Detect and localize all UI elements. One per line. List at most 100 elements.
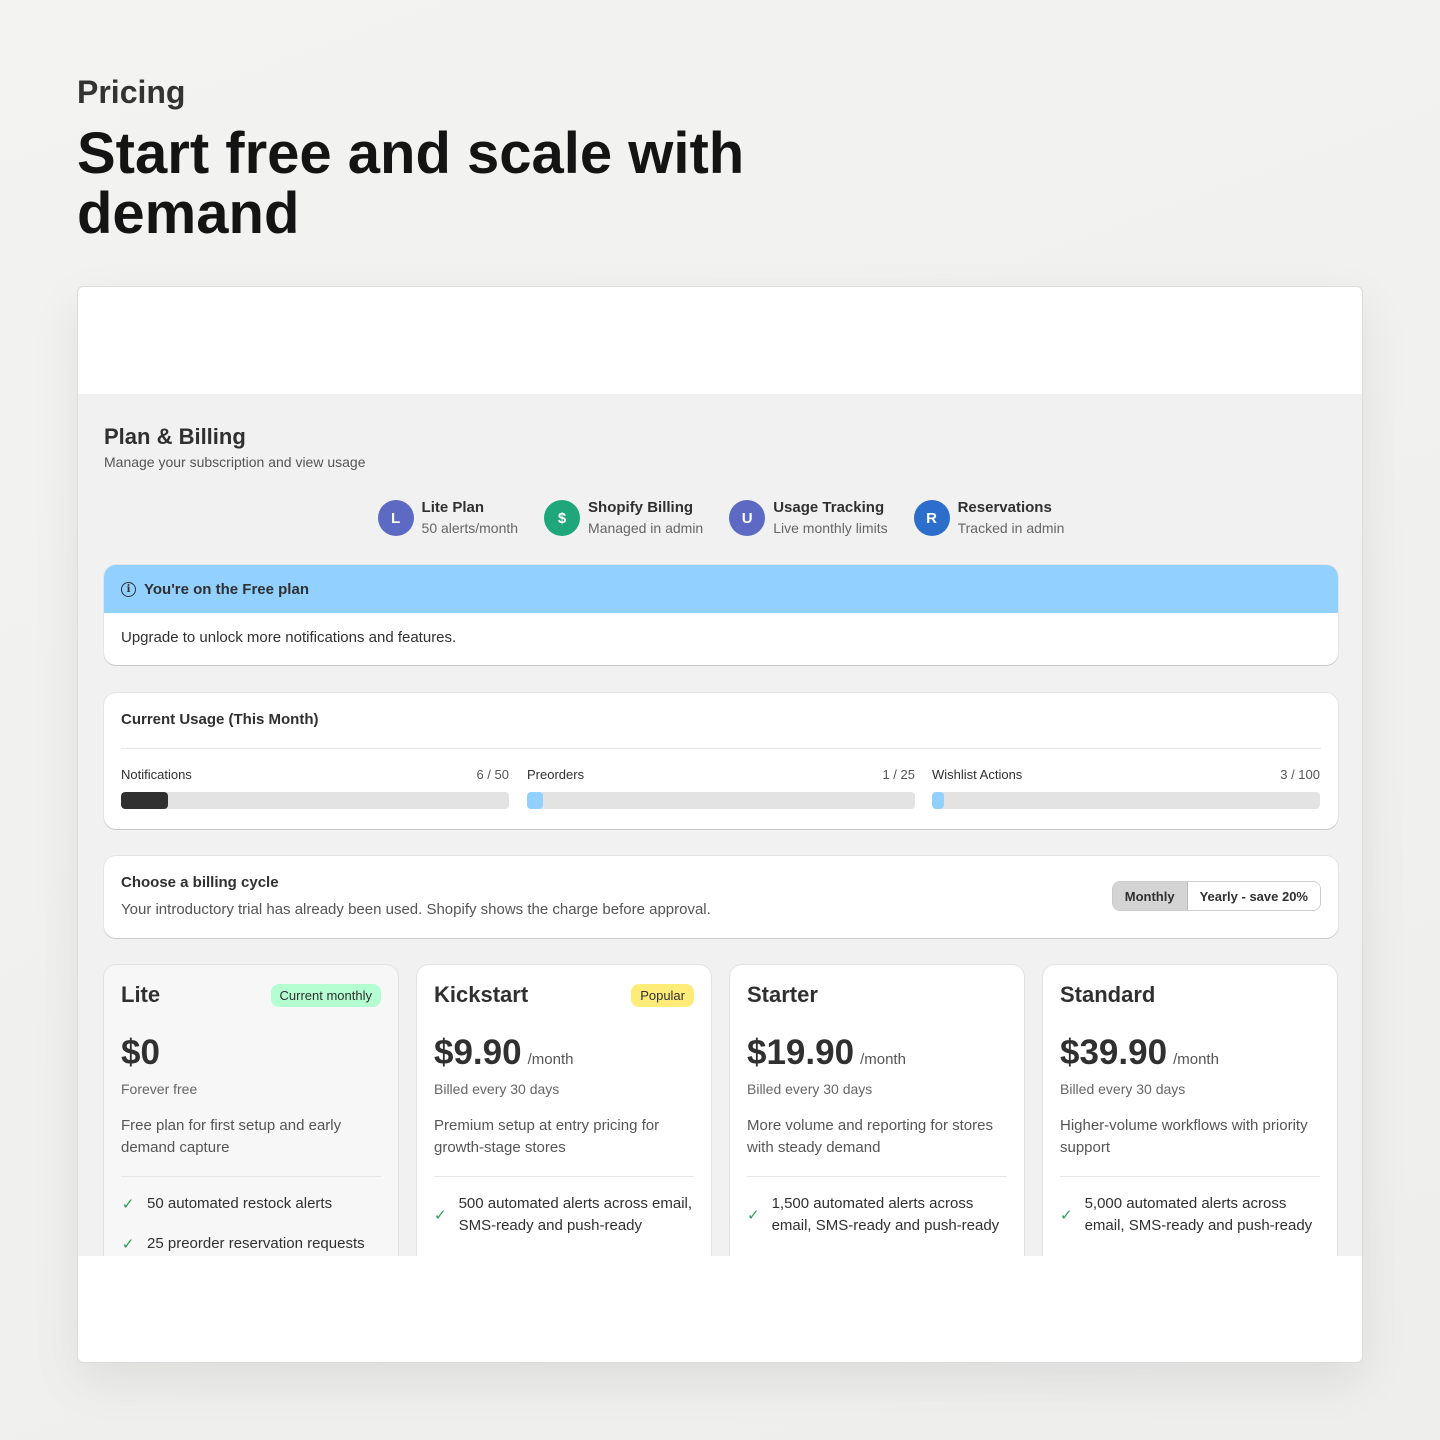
usage-avatar-icon: U: [729, 500, 766, 536]
plan-feature-list: ✓ 1,500 automated alerts across email, S…: [747, 1193, 1007, 1237]
plan-description: Free plan for first setup and early dema…: [121, 1117, 342, 1156]
checkmark-icon: ✓: [747, 1206, 760, 1224]
plan-feature: ✓ 50 automated restock alerts: [121, 1193, 381, 1215]
feature-title: Reservations: [957, 499, 1052, 516]
admin-page: Plan & Billing Manage your subscription …: [78, 394, 1362, 1256]
plan-period: /month: [1173, 1051, 1219, 1068]
feature-usage-tracking: U Usage Tracking Live monthly limits: [729, 498, 888, 538]
usage-title: Current Usage (This Month): [121, 711, 319, 728]
plan-name: Starter: [747, 982, 818, 1007]
page-subtitle: Manage your subscription and view usage: [104, 454, 366, 470]
plan-period: /month: [860, 1051, 906, 1068]
billing-cycle-toggle: Monthly Yearly - save 20%: [1111, 881, 1321, 911]
divider: [1060, 1176, 1320, 1177]
plan-feature-text: 5,000 automated alerts across email, SMS…: [1084, 1195, 1313, 1234]
plan-billing-note: Billed every 30 days: [747, 1081, 873, 1097]
plan-name: Kickstart: [434, 982, 529, 1007]
hero-title: Start free and scale with demand: [77, 121, 745, 246]
feature-title: Shopify Billing: [588, 499, 694, 516]
feature-title: Lite Plan: [421, 499, 485, 516]
checkmark-icon: ✓: [121, 1195, 135, 1213]
plan-billing-note: Forever free: [121, 1081, 198, 1097]
plan-billing-note: Billed every 30 days: [1060, 1081, 1186, 1097]
page-title: Plan & Billing: [104, 424, 246, 449]
feature-subtitle: Tracked in admin: [957, 520, 1065, 536]
meter-value: 6 / 50: [476, 767, 509, 782]
meter-label: Preorders: [527, 767, 585, 782]
plan-feature-list: ✓ 5,000 automated alerts across email, S…: [1060, 1193, 1320, 1237]
lite-plan-avatar-icon: L: [377, 500, 414, 536]
yearly-toggle-button[interactable]: Yearly - save 20%: [1187, 882, 1320, 910]
plan-feature: ✓ 1,500 automated alerts across email, S…: [747, 1193, 1007, 1237]
divider: [747, 1176, 1007, 1177]
plan-price: $0: [121, 1033, 160, 1072]
feature-strip: L Lite Plan 50 alerts/month $ Shopify Bi…: [78, 498, 1362, 538]
plan-feature-text: 25 preorder reservation requests: [147, 1235, 365, 1252]
plan-card-starter[interactable]: Starter $19.90 /month Billed every 30 da…: [730, 965, 1024, 1256]
plan-feature-text: 1,500 automated alerts across email, SMS…: [771, 1195, 1000, 1234]
billing-cycle-card: Choose a billing cycle Your introductory…: [104, 856, 1338, 938]
dollar-avatar-icon: $: [544, 500, 581, 536]
plan-card-standard[interactable]: Standard $39.90 /month Billed every 30 d…: [1043, 965, 1337, 1256]
meter-label: Notifications: [121, 767, 192, 782]
meter-preorders: Preorders 1 / 25: [527, 767, 915, 809]
progress-track: [121, 792, 509, 809]
plan-price: $39.90: [1060, 1033, 1168, 1072]
progress-fill: [121, 792, 168, 809]
banner-title: You're on the Free plan: [144, 580, 309, 598]
progress-fill: [932, 792, 944, 809]
free-plan-banner: i You're on the Free plan Upgrade to unl…: [104, 565, 1338, 665]
divider: [434, 1176, 694, 1177]
plan-feature: ✓ 5,000 automated alerts across email, S…: [1060, 1193, 1320, 1237]
plan-feature-list: ✓ 50 automated restock alerts ✓ 25 preor…: [121, 1193, 381, 1255]
feature-subtitle: Managed in admin: [588, 520, 704, 536]
checkmark-icon: ✓: [121, 1235, 135, 1253]
checkmark-icon: ✓: [434, 1206, 447, 1224]
meter-label: Wishlist Actions: [932, 767, 1023, 782]
progress-track: [527, 792, 915, 809]
plan-billing-note: Billed every 30 days: [434, 1081, 560, 1097]
banner-header: i You're on the Free plan: [104, 565, 1338, 613]
plan-price: $9.90: [434, 1033, 522, 1072]
plan-price: $19.90: [747, 1033, 855, 1072]
plan-description: Higher-volume workflows with priority su…: [1060, 1117, 1308, 1156]
progress-fill: [527, 792, 543, 809]
app-screenshot-frame: Plan & Billing Manage your subscription …: [77, 286, 1363, 1363]
plan-feature-text: 500 automated alerts across email, SMS-r…: [458, 1195, 693, 1234]
divider: [121, 1176, 381, 1177]
feature-subtitle: Live monthly limits: [773, 520, 888, 536]
popular-badge: Popular: [631, 983, 694, 1007]
section-eyebrow: Pricing: [77, 74, 186, 110]
plan-card-lite[interactable]: Lite Current monthly $0 Forever free Fre…: [104, 965, 398, 1256]
feature-shopify-billing: $ Shopify Billing Managed in admin: [544, 498, 703, 538]
banner-body: Upgrade to unlock more notifications and…: [121, 629, 457, 646]
meter-notifications: Notifications 6 / 50: [121, 767, 509, 809]
plan-name: Standard: [1060, 982, 1156, 1007]
plan-description: More volume and reporting for stores wit…: [747, 1117, 993, 1156]
info-icon: i: [121, 581, 136, 597]
plan-cards: Lite Current monthly $0 Forever free Fre…: [104, 965, 1338, 1256]
meter-value: 1 / 25: [882, 767, 915, 782]
checkmark-icon: ✓: [1060, 1206, 1073, 1224]
plan-period: /month: [527, 1051, 574, 1068]
current-plan-badge: Current monthly: [270, 983, 381, 1007]
billing-cycle-subtitle: Your introductory trial has already been…: [121, 901, 711, 918]
meter-wishlist-actions: Wishlist Actions 3 / 100: [932, 767, 1320, 809]
progress-track: [932, 792, 1320, 809]
feature-lite-plan: L Lite Plan 50 alerts/month: [377, 498, 519, 538]
monthly-toggle-button[interactable]: Monthly: [1112, 882, 1188, 910]
plan-description: Premium setup at entry pricing for growt…: [434, 1117, 660, 1156]
feature-title: Usage Tracking: [773, 499, 885, 516]
feature-reservations: R Reservations Tracked in admin: [913, 498, 1065, 538]
feature-subtitle: 50 alerts/month: [421, 520, 519, 536]
divider: [121, 748, 1321, 749]
plan-feature: ✓ 25 preorder reservation requests: [121, 1233, 381, 1255]
plan-feature-list: ✓ 500 automated alerts across email, SMS…: [434, 1193, 694, 1237]
plan-card-kickstart[interactable]: Kickstart Popular $9.90 /month Billed ev…: [417, 965, 711, 1256]
meter-value: 3 / 100: [1280, 767, 1320, 782]
billing-cycle-title: Choose a billing cycle: [121, 874, 279, 891]
reservations-avatar-icon: R: [913, 500, 950, 536]
plan-feature-text: 50 automated restock alerts: [147, 1195, 333, 1212]
plan-feature: ✓ 500 automated alerts across email, SMS…: [434, 1193, 694, 1237]
usage-card: Current Usage (This Month) Notifications…: [104, 693, 1338, 829]
